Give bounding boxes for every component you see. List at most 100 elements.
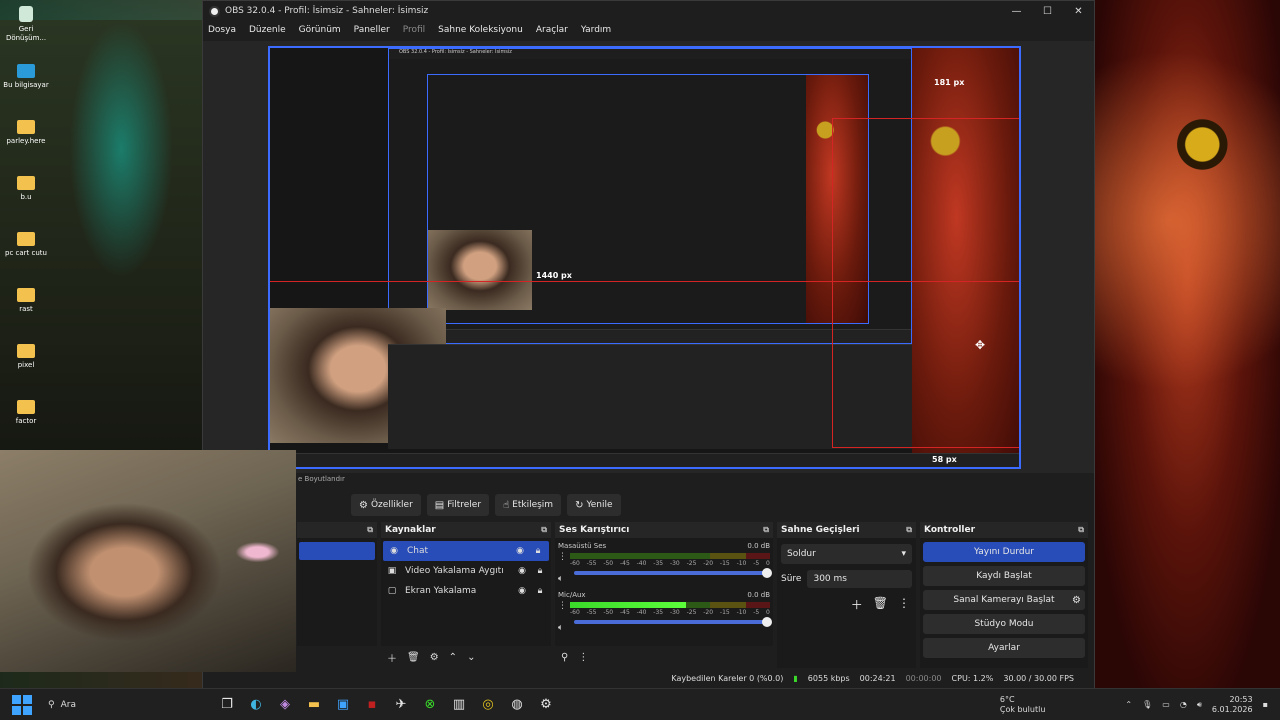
app-icon[interactable]: ▪ <box>363 697 381 712</box>
transition-menu-icon[interactable]: ⋮ <box>898 596 910 613</box>
meter-tick-label: -15 <box>719 609 730 616</box>
minimize-button[interactable]: — <box>1001 6 1032 17</box>
lock-icon[interactable]: 🔒︎ <box>533 586 547 596</box>
source-item-video-capture[interactable]: ▣ Video Yakalama Aygıtı ◉ 🔒︎ <box>381 561 551 581</box>
settings-icon[interactable]: ⚙ <box>537 697 555 712</box>
speaker-icon[interactable]: 🔈︎ <box>558 574 563 584</box>
task-view-icon[interactable]: ❐ <box>218 697 236 712</box>
preview-obs-docks <box>388 344 912 449</box>
scene-item-selected[interactable] <box>299 542 375 560</box>
taskbar-search[interactable]: ⚲ Ara <box>48 700 198 710</box>
menu-edit[interactable]: Düzenle <box>249 25 286 35</box>
visibility-eye-icon[interactable]: ◉ <box>513 546 527 556</box>
transition-select[interactable]: Soldur ▾ <box>781 544 912 564</box>
mixer-menu-icon[interactable]: ⋮ <box>578 652 588 663</box>
dock-float-icon[interactable]: ⧉ <box>1078 525 1084 535</box>
epic-games-icon[interactable]: ▥ <box>450 697 468 712</box>
wifi-icon[interactable]: ◔ <box>1180 700 1187 709</box>
weather-widget[interactable]: 6°C Çok bulutlu <box>1000 695 1046 715</box>
start-recording-button[interactable]: Kaydı Başlat <box>923 566 1085 586</box>
channel-menu-icon[interactable]: ⋮ <box>558 552 567 562</box>
stop-stream-button[interactable]: Yayını Durdur <box>923 542 1085 562</box>
close-button[interactable]: ✕ <box>1063 6 1094 17</box>
desktop-icon-pc-cart[interactable]: pc cart cutu <box>3 232 49 258</box>
desktop-icon-bu[interactable]: b.u <box>3 176 49 202</box>
windows-start-button[interactable] <box>12 694 32 715</box>
store-icon[interactable]: ▣ <box>334 697 352 712</box>
settings-button[interactable]: Ayarlar <box>923 638 1085 658</box>
source-item-screen-capture[interactable]: ▢ Ekran Yakalama ◉ 🔒︎ <box>381 581 551 601</box>
add-transition-button[interactable]: ＋ <box>851 596 863 613</box>
display-icon[interactable]: ▭ <box>1162 700 1170 709</box>
preview-canvas[interactable]: OBS 32.0.4 - Profil: İsimsiz - Sahneler:… <box>268 46 1021 469</box>
volume-icon[interactable]: 🔊︎ <box>1197 700 1202 710</box>
maximize-button[interactable]: ☐ <box>1032 6 1063 17</box>
mixer-title: Ses Karıştırıcı <box>559 525 630 535</box>
meter-tick-label: -55 <box>586 609 597 616</box>
desktop-icon-recycle-bin[interactable]: Geri Dönüşüm... <box>3 6 49 43</box>
dock-float-icon[interactable]: ⧉ <box>541 525 547 535</box>
desktop-icon-pixel[interactable]: pixel <box>3 344 49 370</box>
edge-icon[interactable]: ◐ <box>247 697 265 712</box>
steam-icon[interactable]: ✈ <box>392 697 410 712</box>
volume-slider[interactable] <box>574 568 772 578</box>
channel-menu-icon[interactable]: ⋮ <box>558 601 567 611</box>
visibility-eye-icon[interactable]: ◉ <box>515 566 529 576</box>
add-source-button[interactable]: ＋ <box>387 650 397 665</box>
properties-button[interactable]: ⚙ Özellikler <box>351 494 421 516</box>
volume-slider[interactable] <box>574 617 772 627</box>
interact-button[interactable]: ☝ Etkileşim <box>495 494 562 516</box>
volume-slider-knob[interactable] <box>762 617 772 627</box>
mixer-link-icon[interactable]: ⚲ <box>561 652 568 663</box>
speaker-icon[interactable]: 🔈︎ <box>558 623 563 633</box>
lock-icon[interactable]: 🔒︎ <box>533 566 547 576</box>
desktop-icon-parley[interactable]: parley.here <box>3 120 49 146</box>
file-explorer-icon[interactable]: ▬ <box>305 697 323 712</box>
visibility-eye-icon[interactable]: ◉ <box>515 586 529 596</box>
scenes-dock-header: ⧉ <box>297 522 377 538</box>
camera-icon: ▣ <box>387 566 397 576</box>
scenes-footer <box>297 646 377 668</box>
preview-area[interactable]: OBS 32.0.4 - Profil: İsimsiz - Sahneler:… <box>203 41 1094 473</box>
menu-file[interactable]: Dosya <box>208 25 236 35</box>
microphone-icon[interactable]: 🎙︎ <box>1142 700 1152 709</box>
obs-icon[interactable]: ◍ <box>508 697 526 712</box>
menu-view[interactable]: Görünüm <box>299 25 341 35</box>
menu-tools[interactable]: Araçlar <box>536 25 568 35</box>
menu-scene-collection[interactable]: Sahne Koleksiyonu <box>438 25 523 35</box>
desktop-icon-factor[interactable]: factor <box>3 400 49 426</box>
studio-mode-button[interactable]: Stüdyo Modu <box>923 614 1085 634</box>
desktop-icon-this-pc[interactable]: Bu bilgisayar <box>3 64 49 90</box>
xbox-icon[interactable]: ⊗ <box>421 697 439 712</box>
filters-button[interactable]: ▤ Filtreler <box>426 494 490 516</box>
source-properties-button[interactable]: ⚙ <box>430 652 439 663</box>
desktop-icon-rast[interactable]: rast <box>3 288 49 314</box>
remove-transition-button[interactable]: 🗑︎ <box>873 596 888 613</box>
gear-icon[interactable]: ⚙ <box>1072 595 1081 606</box>
dropped-frames: Kaybedilen Kareler 0 (%0.0) <box>671 674 784 683</box>
move-down-button[interactable]: ⌄ <box>467 652 475 663</box>
volume-slider-knob[interactable] <box>762 568 772 578</box>
copilot-icon[interactable]: ◈ <box>276 697 294 712</box>
chevron-up-icon[interactable]: ⌃ <box>1125 700 1132 709</box>
clock[interactable]: 20:53 6.01.2026 <box>1212 695 1253 715</box>
start-virtual-camera-button[interactable]: Sanal Kamerayı Başlat ⚙ <box>923 590 1085 610</box>
dock-float-icon[interactable]: ⧉ <box>906 525 912 535</box>
remove-source-button[interactable]: 🗑︎ <box>407 652 420 663</box>
source-item-chat[interactable]: ◉ Chat ◉ 🔒︎ <box>383 541 549 561</box>
menu-help[interactable]: Yardım <box>581 25 611 35</box>
menu-profile[interactable]: Profil <box>403 25 425 35</box>
menu-docks[interactable]: Paneller <box>354 25 390 35</box>
notification-icon[interactable]: ▪ <box>1263 700 1268 709</box>
status-bar: Kaybedilen Kareler 0 (%0.0) ▮ 6055 kbps … <box>203 669 1094 688</box>
duration-spinbox[interactable]: 300 ms <box>807 570 912 588</box>
chrome-icon[interactable]: ◎ <box>479 697 497 712</box>
nested-cat-image <box>806 75 868 323</box>
move-up-button[interactable]: ⌃ <box>449 652 457 663</box>
pointer-icon: ☝ <box>503 499 510 511</box>
refresh-button[interactable]: ↻ Yenile <box>567 494 621 516</box>
dock-float-icon[interactable]: ⧉ <box>367 525 373 535</box>
dock-float-icon[interactable]: ⧉ <box>763 525 769 535</box>
desktop-icon-label: parley.here <box>6 137 46 145</box>
lock-icon[interactable]: 🔒︎ <box>531 546 545 556</box>
